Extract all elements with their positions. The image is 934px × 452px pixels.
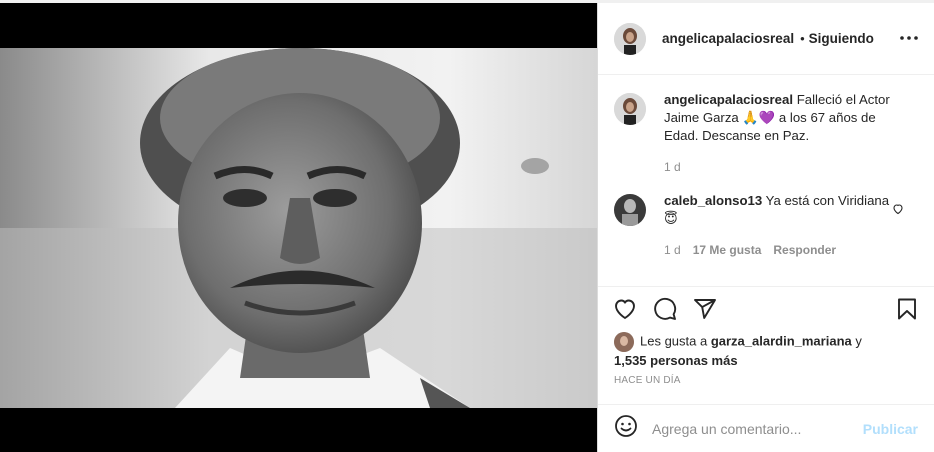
- caption-body: angelicapalaciosreal Falleció el Actor J…: [664, 91, 894, 176]
- comment-likes[interactable]: 17 Me gusta: [693, 241, 762, 259]
- likes-count[interactable]: 1,535 personas más: [614, 353, 738, 368]
- emoji-icon[interactable]: [614, 414, 638, 443]
- comment-time[interactable]: 1 d: [664, 241, 681, 259]
- header-separator: •: [800, 31, 805, 46]
- post-media: [0, 3, 597, 452]
- reply-button[interactable]: Responder: [773, 241, 836, 259]
- caption: angelicapalaciosreal Falleció el Actor J…: [614, 91, 918, 176]
- caption-time[interactable]: 1 d: [664, 158, 681, 176]
- caption-author-avatar[interactable]: [614, 93, 646, 125]
- heart-icon[interactable]: [612, 296, 638, 322]
- author-username[interactable]: angelicapalaciosreal: [662, 31, 794, 46]
- post-header: angelicapalaciosreal • Siguiendo: [598, 3, 934, 75]
- likes-prefix: Les gusta a: [640, 333, 711, 349]
- likes-summary: Les gusta a garza_alardin_mariana y 1,53…: [614, 332, 914, 370]
- comment-input[interactable]: [652, 420, 863, 437]
- liker-avatar[interactable]: [614, 332, 634, 352]
- add-comment-bar: Publicar: [598, 404, 934, 452]
- following-button[interactable]: Siguiendo: [809, 31, 874, 46]
- commenter-username[interactable]: caleb_alonso13: [664, 193, 762, 208]
- comment-meta: 1 d 17 Me gusta Responder: [664, 241, 894, 259]
- caption-meta: 1 d: [664, 158, 894, 176]
- comment-body: caleb_alonso13 Ya está con Viridiana 😇 1…: [664, 192, 894, 259]
- publish-button[interactable]: Publicar: [863, 421, 918, 437]
- liker-username[interactable]: garza_alardin_mariana: [711, 333, 852, 348]
- more-options-icon[interactable]: [900, 29, 918, 47]
- comment-icon[interactable]: [652, 296, 678, 322]
- likes-middle: y: [851, 333, 862, 349]
- post-side-panel: angelicapalaciosreal • Siguiendo angelic…: [597, 3, 934, 452]
- post-photo: [0, 48, 597, 408]
- comments-list: angelicapalaciosreal Falleció el Actor J…: [598, 75, 934, 285]
- commenter-avatar[interactable]: [614, 194, 646, 226]
- bookmark-icon[interactable]: [894, 296, 920, 322]
- comment-heart-icon[interactable]: [892, 202, 904, 220]
- post-actions: [598, 286, 934, 331]
- post-timestamp[interactable]: HACE UN DÍA: [614, 375, 681, 386]
- author-avatar[interactable]: [614, 22, 646, 55]
- comment-item: caleb_alonso13 Ya está con Viridiana 😇 1…: [614, 192, 918, 259]
- caption-username[interactable]: angelicapalaciosreal: [664, 92, 793, 107]
- paper-plane-icon[interactable]: [692, 296, 718, 322]
